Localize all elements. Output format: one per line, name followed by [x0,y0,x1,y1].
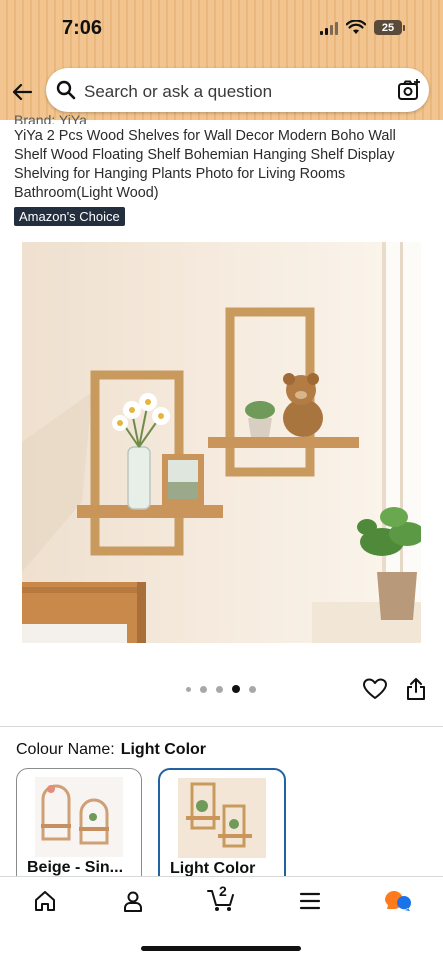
colour-name-row: Colour Name: Light Color [16,741,206,759]
colour-name-value: Light Color [120,741,207,758]
swatch-label: Beige - Sin... [27,859,124,876]
brand-link[interactable]: Brand: YiYa [14,114,87,124]
search-icon [56,80,76,100]
pager-dot[interactable] [216,685,223,693]
rufus-assistant-icon[interactable] [383,889,411,915]
search-placeholder: Search or ask a question [84,82,273,101]
product-title: YiYa 2 Pcs Wood Shelves for Wall Decor M… [14,128,396,201]
camera-search-icon[interactable] [397,78,421,102]
wifi-icon [346,20,366,34]
swatch-option-beige[interactable]: Beige - Sin... [16,768,142,890]
home-indicator [141,946,301,951]
status-time: 7:06 [62,17,103,39]
battery-icon: 25 [374,20,405,35]
signal-icon [320,21,338,35]
share-icon[interactable] [405,677,427,701]
battery-level: 25 [374,20,402,35]
header-bar: 7:06 25 Search or ask a question [0,0,443,120]
image-pager[interactable] [186,685,256,693]
pager-dot-active[interactable] [232,685,240,693]
cart-tab[interactable]: 2 [206,883,238,913]
account-icon[interactable] [121,889,145,913]
swatch-image-beige [35,777,123,857]
search-input[interactable]: Search or ask a question [46,68,429,112]
back-arrow-icon[interactable] [10,80,34,104]
pager-dot[interactable] [186,686,191,692]
menu-icon[interactable] [299,889,321,913]
colour-name-label: Colour Name: [16,741,115,758]
status-icons: 25 [320,20,405,35]
heart-icon[interactable] [363,678,387,700]
amazons-choice-badge[interactable]: Amazon's Choice [14,207,125,226]
swatch-option-light-color[interactable]: Light Color [158,768,286,892]
pager-dot[interactable] [249,685,256,693]
pager-dot[interactable] [200,685,207,693]
swatch-image-light-color [178,778,266,858]
cart-count: 2 [219,883,227,899]
home-icon[interactable] [33,889,57,913]
product-image[interactable] [22,242,421,643]
section-divider [0,726,443,727]
